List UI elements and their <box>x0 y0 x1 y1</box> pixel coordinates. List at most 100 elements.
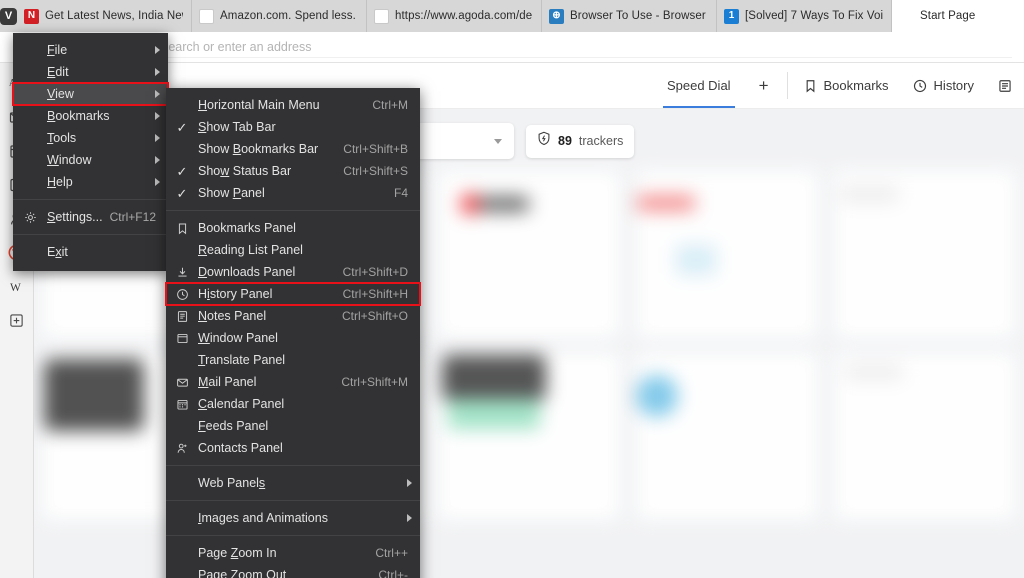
view-menu-item-downloads-panel[interactable]: Downloads Panel Ctrl+Shift+D <box>166 261 420 283</box>
menu-item-settings[interactable]: Settings... Ctrl+F12 <box>13 206 168 228</box>
menu-item-label: Mail Panel <box>198 375 257 389</box>
menu-item-tools[interactable]: Tools <box>13 127 168 149</box>
menu-item-window[interactable]: Window <box>13 149 168 171</box>
tab[interactable]: ⊕ Browser To Use - Browser T <box>542 0 717 32</box>
menu-item-label: Downloads Panel <box>198 265 296 279</box>
menu-item-shortcut: Ctrl+Shift+H <box>342 287 408 301</box>
agoda-favicon: Q <box>374 8 389 24</box>
speed-dial-thumbnail[interactable] <box>438 353 620 521</box>
menu-item-help[interactable]: Help <box>13 171 168 193</box>
view-menu-item-translate-panel[interactable]: Translate Panel <box>166 349 420 371</box>
view-menu-item-window-panel[interactable]: Window Panel <box>166 327 420 349</box>
view-menu-item-page-zoom-in[interactable]: Page Zoom In Ctrl++ <box>166 542 420 564</box>
menu-item-shortcut: Ctrl+Shift+M <box>341 375 408 389</box>
checkmark-icon: ✓ <box>176 163 188 179</box>
menu-item-label: Feeds Panel <box>198 419 269 433</box>
toolbar-divider <box>786 72 788 99</box>
view-menu-item-show-status-bar[interactable]: ✓ Show Status Bar Ctrl+Shift+S <box>166 160 420 182</box>
notes-button[interactable] <box>986 63 1024 108</box>
tab-title: Start Page <box>920 10 976 22</box>
speed-dial-thumbnail[interactable] <box>636 171 818 339</box>
menu-item-label: Exit <box>47 245 68 259</box>
menu-item-shortcut: Ctrl+Shift+S <box>343 164 408 178</box>
add-web-panel-icon[interactable] <box>3 305 31 336</box>
tab-title: Get Latest News, India New <box>45 10 183 22</box>
menu-item-label: Horizontal Main Menu <box>198 98 320 112</box>
submenu-arrow-icon <box>155 46 160 54</box>
tab[interactable]: Qhttps://www.agoda.com/de <box>367 0 542 32</box>
menu-item-bookmarks[interactable]: Bookmarks <box>13 105 168 127</box>
view-submenu: Horizontal Main Menu Ctrl+M ✓ Show Tab Bar S… <box>165 88 421 578</box>
menu-separator <box>166 465 420 466</box>
view-menu-item-show-bookmarks-bar[interactable]: Show Bookmarks Bar Ctrl+Shift+B <box>166 138 420 160</box>
history-label: History <box>933 78 974 93</box>
view-menu-item-history-panel[interactable]: History Panel Ctrl+Shift+H <box>165 282 421 306</box>
view-menu-item-images-and-animations[interactable]: Images and Animations <box>166 507 420 529</box>
menu-item-label: Translate Panel <box>198 353 286 367</box>
view-menu-item-calendar-panel[interactable]: Calendar Panel <box>166 393 420 415</box>
amazon-favicon: a <box>199 8 214 24</box>
speed-dial-thumbnail[interactable] <box>834 171 1016 339</box>
tab-bar: V N Get Latest News, India New a Amazon.com… <box>0 0 1024 32</box>
tab[interactable]: 1 [Solved] 7 Ways To Fix Voic <box>717 0 892 32</box>
menu-item-shortcut: Ctrl+M <box>372 98 408 112</box>
view-menu-item-show-tab-bar[interactable]: ✓ Show Tab Bar <box>166 116 420 138</box>
menu-separator <box>166 535 420 536</box>
view-menu-item-feeds-panel[interactable]: Feeds Panel <box>166 415 420 437</box>
menu-item-shortcut: Ctrl+- <box>378 568 408 578</box>
vivaldi-logo-icon: V <box>0 7 17 25</box>
notes-icon <box>166 310 198 323</box>
svg-text:W: W <box>10 282 21 294</box>
speed-dial-thumbnail[interactable] <box>438 171 620 339</box>
download-icon <box>166 266 198 279</box>
menu-separator <box>13 234 168 235</box>
menu-item-label: Edit <box>47 65 69 79</box>
thumbnail-shape <box>840 185 900 203</box>
notes-icon <box>998 79 1012 93</box>
browser-window: V N Get Latest News, India New a Amazon.com… <box>0 0 1024 578</box>
menu-item-shortcut: Ctrl+Shift+B <box>343 142 408 156</box>
menu-item-label: View <box>47 87 74 101</box>
menu-separator <box>13 199 168 200</box>
history-button[interactable]: History <box>901 63 986 108</box>
view-menu-item-reading-list-panel[interactable]: Reading List Panel <box>166 239 420 261</box>
speed-dial-thumbnail[interactable] <box>636 353 818 521</box>
tab-speed-dial[interactable]: Speed Dial <box>653 63 745 108</box>
menu-item-label: Page Zoom In <box>198 546 277 560</box>
view-menu-item-bookmarks-panel[interactable]: Bookmarks Panel <box>166 217 420 239</box>
view-menu-item-horizontal-main-menu[interactable]: Horizontal Main Menu Ctrl+M <box>166 94 420 116</box>
menu-item-label: Show Panel <box>198 186 265 200</box>
grid-favicon: ∷ <box>903 10 910 21</box>
submenu-arrow-icon <box>407 514 412 522</box>
view-menu-item-web-panels[interactable]: Web Panels <box>166 472 420 494</box>
tab[interactable]: ∷ Start Page <box>892 0 1024 32</box>
menu-item-shortcut: Ctrl+Shift+O <box>341 309 408 323</box>
wikipedia-web-panel-icon[interactable]: W <box>3 271 31 302</box>
menu-item-label: Window Panel <box>198 331 278 345</box>
menu-item-file[interactable]: File <box>13 39 168 61</box>
view-menu-item-mail-panel[interactable]: Mail Panel Ctrl+Shift+M <box>166 371 420 393</box>
chevron-down-icon[interactable] <box>494 138 502 144</box>
view-menu-item-show-panel[interactable]: ✓ Show Panel F4 <box>166 182 420 204</box>
add-speed-dial-button[interactable]: + <box>745 63 783 108</box>
view-menu-item-page-zoom-out[interactable]: Page Zoom Out Ctrl+- <box>166 564 420 578</box>
address-input[interactable]: Search or enter an address <box>160 37 1012 58</box>
view-menu-item-contacts-panel[interactable]: Contacts Panel <box>166 437 420 459</box>
speed-dial-thumbnail[interactable] <box>834 353 1016 521</box>
calendar-icon <box>166 398 198 411</box>
bookmarks-button[interactable]: Bookmarks <box>792 63 901 108</box>
tab[interactable]: a Amazon.com. Spend less. S <box>192 0 367 32</box>
tracker-blocker-badge[interactable]: 89 trackers <box>526 124 635 158</box>
menu-item-view[interactable]: View <box>12 82 169 106</box>
view-menu-item-notes-panel[interactable]: Notes Panel Ctrl+Shift+O <box>166 305 420 327</box>
thumbnail-shape <box>636 195 696 211</box>
menu-item-exit[interactable]: Exit <box>13 241 168 263</box>
submenu-arrow-icon <box>155 68 160 76</box>
checkmark-icon: ✓ <box>176 185 188 201</box>
vivaldi-menu-button[interactable]: V <box>0 0 17 32</box>
tracker-label: trackers <box>578 134 624 148</box>
tab[interactable]: N Get Latest News, India New <box>17 0 192 32</box>
news-favicon: N <box>24 8 39 24</box>
tab-speed-dial-label: Speed Dial <box>666 78 731 93</box>
menu-item-edit[interactable]: Edit <box>13 61 168 83</box>
